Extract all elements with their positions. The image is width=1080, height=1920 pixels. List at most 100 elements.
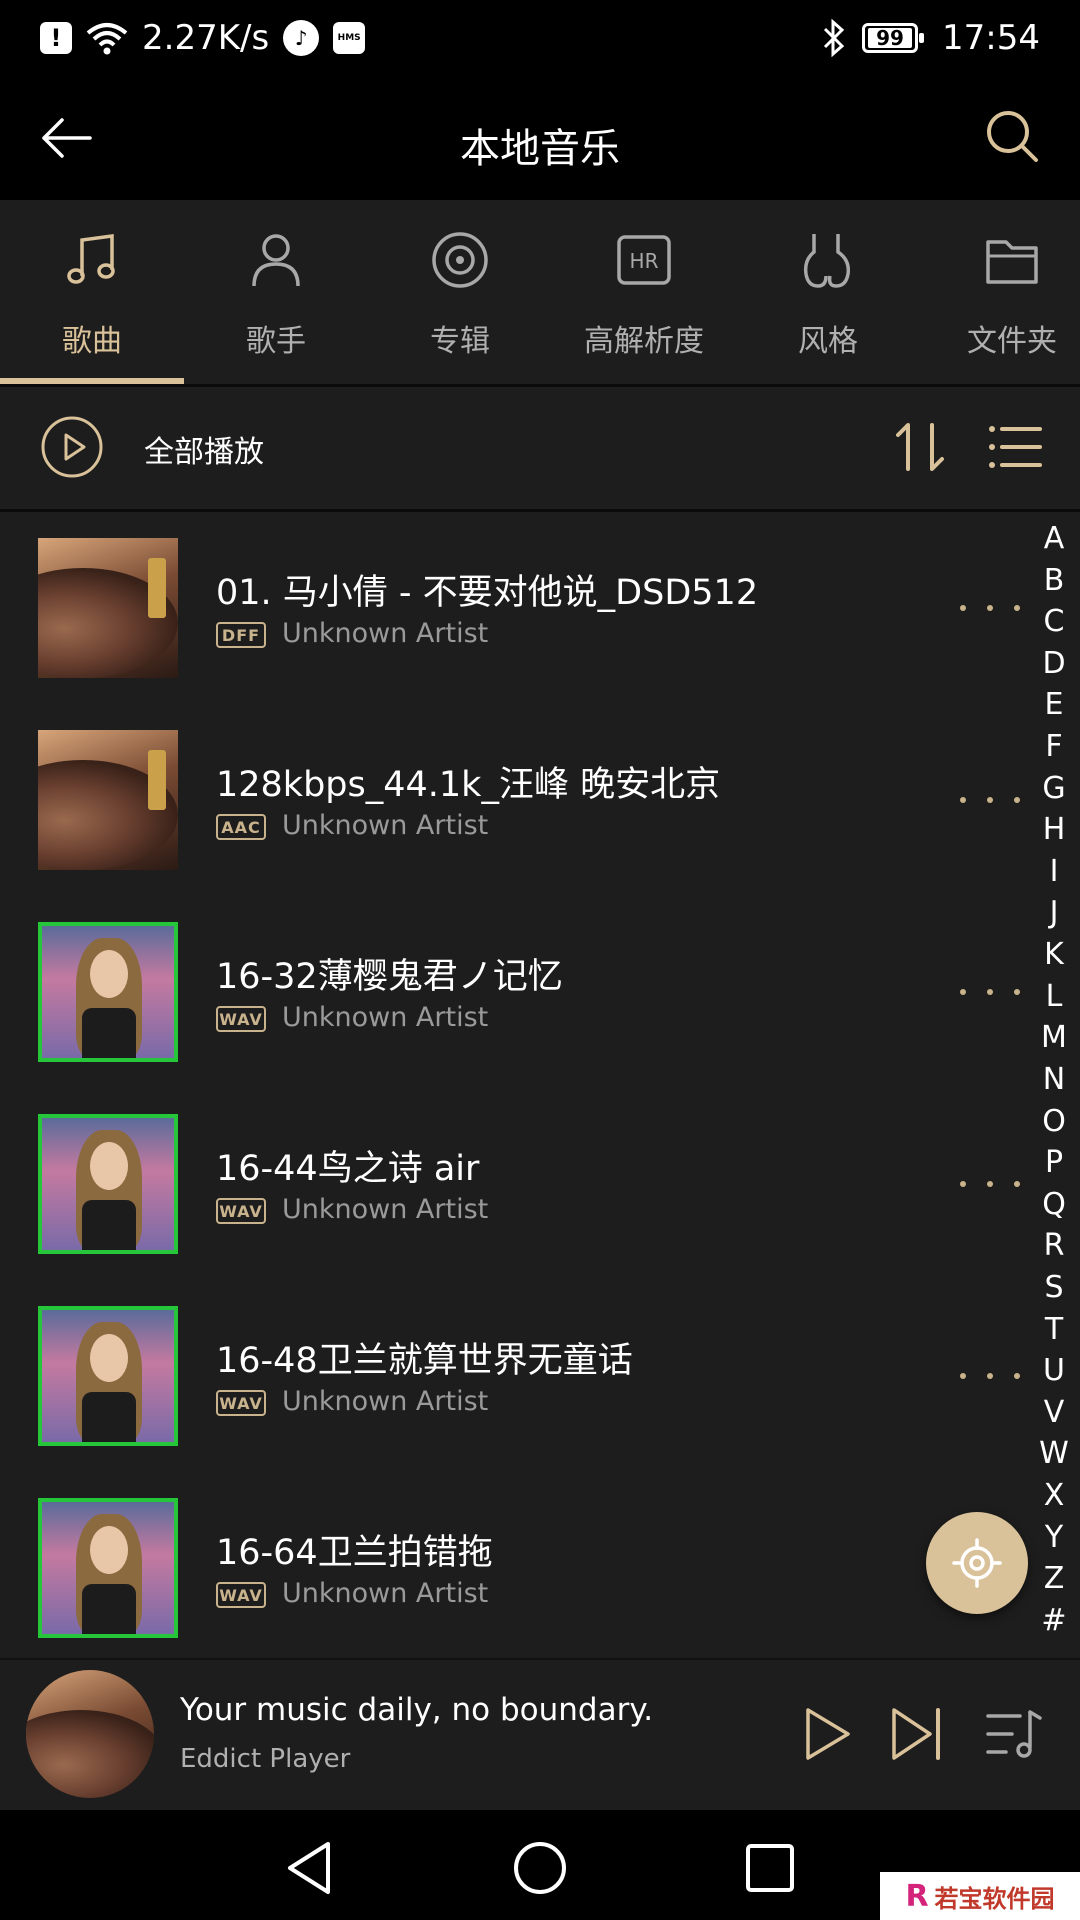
hms-icon: HMS: [333, 22, 366, 54]
more-options-icon[interactable]: [960, 1368, 1020, 1384]
alphabet-index[interactable]: A B C D E F G H I J K L M N O P Q R S T U V W X Y Z #: [1036, 524, 1072, 1636]
song-title: 16-64卫兰拍错拖: [216, 1533, 493, 1573]
song-title: 16-32薄樱鬼君ノ记忆: [216, 957, 563, 997]
alphabet-letter[interactable]: Z: [1044, 1564, 1065, 1594]
song-row[interactable]: 01. 马小倩 - 不要对他说_DSD512 DFF Unknown Artis…: [0, 512, 1080, 704]
alphabet-letter[interactable]: F: [1045, 732, 1062, 762]
format-badge: AAC: [216, 814, 266, 840]
album-cover: [38, 1306, 178, 1446]
play-all-button[interactable]: [40, 415, 104, 479]
alphabet-letter[interactable]: #: [1041, 1605, 1066, 1636]
now-playing-subtitle: Eddict Player: [180, 1744, 351, 1774]
play-all-label[interactable]: 全部播放: [144, 427, 264, 471]
next-track-icon[interactable]: [886, 1704, 946, 1764]
album-cover: [38, 730, 178, 870]
watermark-logo: R 若宝软件园: [880, 1872, 1080, 1920]
more-options-icon[interactable]: [960, 600, 1020, 616]
alphabet-letter[interactable]: W: [1039, 1439, 1069, 1469]
wifi-icon: [86, 23, 128, 55]
song-artist: Unknown Artist: [282, 1002, 489, 1033]
album-cover: [38, 1114, 178, 1254]
network-speed: 2.27K/s: [142, 18, 270, 58]
playlist-queue-icon[interactable]: [984, 1704, 1044, 1764]
alphabet-letter[interactable]: O: [1042, 1106, 1066, 1137]
alphabet-letter[interactable]: V: [1044, 1397, 1065, 1428]
alphabet-letter[interactable]: Y: [1045, 1522, 1063, 1553]
alphabet-letter[interactable]: K: [1044, 940, 1064, 970]
format-badge: WAV: [216, 1390, 266, 1416]
mini-player[interactable]: Your music daily, no boundary. Eddict Pl…: [0, 1658, 1080, 1810]
alphabet-letter[interactable]: R: [1044, 1231, 1065, 1261]
watermark-icon: R: [905, 1878, 929, 1914]
status-bar: ! 2.27K/s ♪ HMS 99 17:54: [0, 0, 1080, 76]
song-row[interactable]: 16-32薄樱鬼君ノ记忆 WAV Unknown Artist: [0, 896, 1080, 1088]
song-row[interactable]: 16-48卫兰就算世界无童话 WAV Unknown Artist: [0, 1280, 1080, 1472]
guitar-icon: [803, 234, 851, 288]
play-all-row: 全部播放: [0, 387, 1080, 509]
alphabet-letter[interactable]: X: [1044, 1481, 1065, 1511]
alphabet-letter[interactable]: E: [1045, 690, 1064, 720]
format-badge: WAV: [216, 1006, 266, 1032]
song-row[interactable]: 16-64卫兰拍错拖 WAV Unknown Artist: [0, 1472, 1080, 1658]
search-icon[interactable]: [982, 106, 1042, 166]
alphabet-letter[interactable]: P: [1045, 1148, 1063, 1178]
tab-label: 歌手: [246, 324, 306, 359]
battery-level: 99: [868, 26, 913, 50]
tab-artists[interactable]: 歌手: [184, 200, 368, 384]
nav-recents-icon[interactable]: [740, 1838, 800, 1898]
alphabet-letter[interactable]: N: [1043, 1064, 1065, 1095]
alphabet-letter[interactable]: A: [1044, 524, 1065, 554]
tab-label: 风格: [798, 324, 858, 359]
bluetooth-icon: [823, 19, 845, 57]
tab-genres[interactable]: 风格: [736, 200, 920, 384]
now-playing-cover[interactable]: [26, 1670, 154, 1798]
format-badge: WAV: [216, 1582, 266, 1608]
song-title: 01. 马小倩 - 不要对他说_DSD512: [216, 573, 759, 613]
alphabet-letter[interactable]: B: [1044, 565, 1065, 596]
music-notification-icon: ♪: [283, 20, 320, 56]
battery-icon: 99: [862, 23, 925, 53]
disc-icon: [432, 232, 488, 288]
alphabet-letter[interactable]: H: [1043, 815, 1066, 845]
song-artist: Unknown Artist: [282, 1386, 489, 1417]
clock: 17:54: [942, 18, 1040, 58]
svg-text:HR: HR: [630, 249, 659, 273]
now-playing-title: Your music daily, no boundary.: [180, 1692, 654, 1728]
play-icon[interactable]: [796, 1704, 856, 1764]
app-bar: 本地音乐: [0, 76, 1080, 200]
song-artist: Unknown Artist: [282, 618, 489, 649]
hr-icon: HR: [617, 235, 671, 285]
sort-icon[interactable]: [890, 417, 950, 477]
album-cover: [38, 922, 178, 1062]
tab-folders[interactable]: 文件夹: [920, 200, 1080, 384]
song-row[interactable]: 16-44鸟之诗 air WAV Unknown Artist: [0, 1088, 1080, 1280]
album-cover: [38, 1498, 178, 1638]
locate-current-song-button[interactable]: [926, 1512, 1028, 1614]
alphabet-letter[interactable]: D: [1042, 648, 1065, 679]
song-artist: Unknown Artist: [282, 1194, 489, 1225]
nav-back-icon[interactable]: [280, 1838, 340, 1898]
format-badge: WAV: [216, 1198, 266, 1224]
alphabet-letter[interactable]: Q: [1042, 1189, 1066, 1220]
alphabet-letter[interactable]: C: [1044, 607, 1065, 637]
alphabet-letter[interactable]: U: [1043, 1356, 1065, 1386]
list-menu-icon[interactable]: [984, 417, 1044, 477]
more-options-icon[interactable]: [960, 984, 1020, 1000]
watermark-text: 若宝软件园: [934, 1884, 1055, 1913]
alphabet-letter[interactable]: G: [1042, 773, 1065, 804]
alphabet-letter[interactable]: S: [1044, 1272, 1063, 1303]
tab-albums[interactable]: 专辑: [368, 200, 552, 384]
tab-songs[interactable]: 歌曲: [0, 200, 184, 384]
nav-home-icon[interactable]: [510, 1838, 570, 1898]
category-tabs: 歌曲 歌手 专辑 HR 高解析度 风格 文件夹: [0, 200, 1080, 384]
alphabet-letter[interactable]: M: [1041, 1023, 1067, 1053]
more-options-icon[interactable]: [960, 792, 1020, 808]
alphabet-letter[interactable]: T: [1045, 1314, 1063, 1345]
alphabet-letter[interactable]: L: [1046, 981, 1063, 1012]
song-list: 01. 马小倩 - 不要对他说_DSD512 DFF Unknown Artis…: [0, 512, 1080, 1658]
more-options-icon[interactable]: [960, 1176, 1020, 1192]
alphabet-letter[interactable]: I: [1050, 856, 1059, 887]
tab-hi-res[interactable]: HR 高解析度: [552, 200, 736, 384]
alphabet-letter[interactable]: J: [1050, 898, 1059, 928]
song-row[interactable]: 128kbps_44.1k_汪峰 晚安北京 AAC Unknown Artist: [0, 704, 1080, 896]
